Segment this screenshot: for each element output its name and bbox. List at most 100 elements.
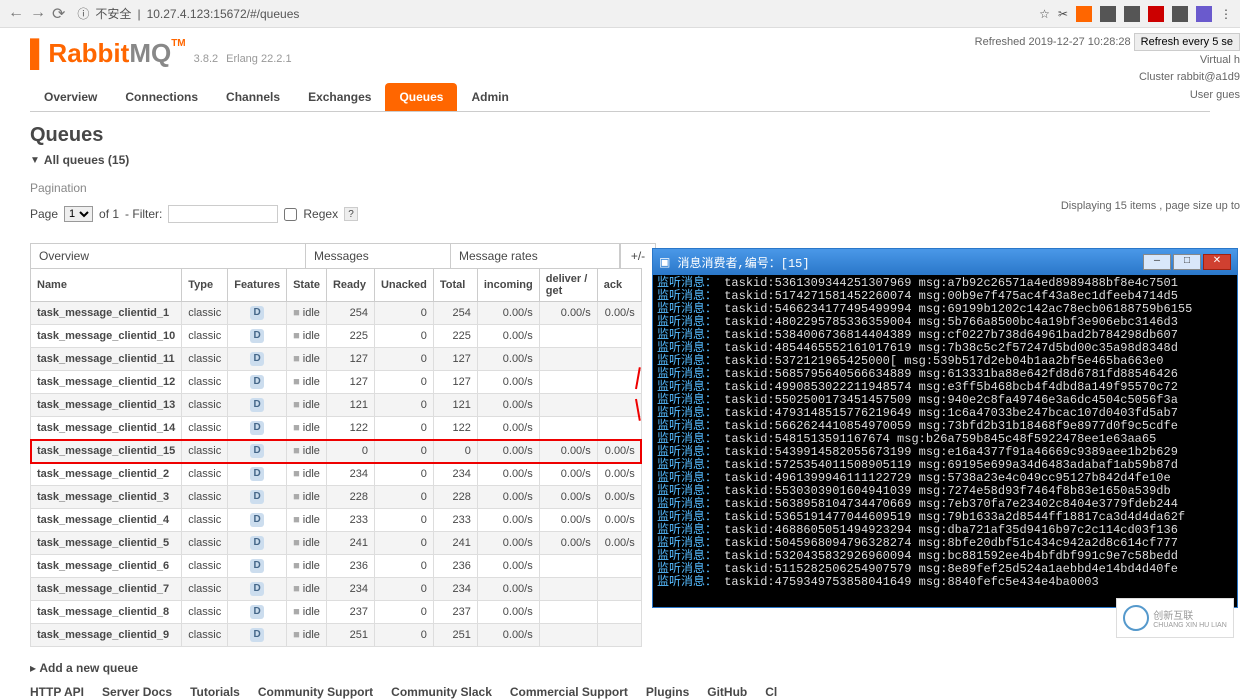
queue-incoming: 0.00/s <box>477 624 539 647</box>
table-row[interactable]: task_message_clientid_6classicD■ idle236… <box>31 555 642 578</box>
queue-name[interactable]: task_message_clientid_2 <box>31 463 182 486</box>
table-row[interactable]: task_message_clientid_5classicD■ idle241… <box>31 532 642 555</box>
queue-name[interactable]: task_message_clientid_11 <box>31 348 182 371</box>
url-bar[interactable]: ⓘ 不安全 | 10.27.4.123:15672/#/queues <box>77 5 299 22</box>
queue-name[interactable]: task_message_clientid_9 <box>31 624 182 647</box>
footer-link[interactable]: Community Slack <box>391 685 492 699</box>
footer-link[interactable]: HTTP API <box>30 685 84 699</box>
forward-icon[interactable]: → <box>30 4 46 24</box>
table-row[interactable]: task_message_clientid_8classicD■ idle237… <box>31 601 642 624</box>
col-ack[interactable]: ack <box>597 269 641 302</box>
regex-help-icon[interactable]: ? <box>344 207 358 221</box>
queue-ready: 251 <box>326 624 374 647</box>
reload-icon[interactable]: ⟳ <box>52 4 65 24</box>
table-row[interactable]: task_message_clientid_10classicD■ idle22… <box>31 325 642 348</box>
queue-type: classic <box>182 532 228 555</box>
table-row[interactable]: task_message_clientid_14classicD■ idle12… <box>31 417 642 440</box>
queue-name[interactable]: task_message_clientid_10 <box>31 325 182 348</box>
queue-state: ■ idle <box>287 325 327 348</box>
table-row[interactable]: task_message_clientid_9classicD■ idle251… <box>31 624 642 647</box>
col-total[interactable]: Total <box>433 269 477 302</box>
chevron-down-icon[interactable]: ▼ <box>30 155 40 166</box>
add-queue[interactable]: ▸ Add a new queue <box>30 661 1210 675</box>
queue-ready: 234 <box>326 463 374 486</box>
minimize-button[interactable]: — <box>1143 254 1171 270</box>
queue-name[interactable]: task_message_clientid_6 <box>31 555 182 578</box>
footer-link[interactable]: Commercial Support <box>510 685 628 699</box>
table-row[interactable]: task_message_clientid_1classicD■ idle254… <box>31 302 642 325</box>
tab-queues[interactable]: Queues <box>385 83 457 111</box>
menu-icon[interactable]: ⋮ <box>1220 7 1232 21</box>
filter-input[interactable] <box>168 205 278 223</box>
ext-icon[interactable] <box>1124 6 1140 22</box>
queue-name[interactable]: task_message_clientid_12 <box>31 371 182 394</box>
table-row[interactable]: task_message_clientid_13classicD■ idle12… <box>31 394 642 417</box>
table-row[interactable]: task_message_clientid_12classicD■ idle12… <box>31 371 642 394</box>
tab-exchanges[interactable]: Exchanges <box>294 83 385 111</box>
regex-checkbox[interactable] <box>284 208 297 221</box>
footer-link[interactable]: Plugins <box>646 685 689 699</box>
queue-name[interactable]: task_message_clientid_3 <box>31 486 182 509</box>
tab-overview[interactable]: Overview <box>30 83 111 111</box>
queue-ack: 0.00/s <box>597 509 641 532</box>
col-incoming[interactable]: incoming <box>477 269 539 302</box>
queue-name[interactable]: task_message_clientid_7 <box>31 578 182 601</box>
queue-name[interactable]: task_message_clientid_5 <box>31 532 182 555</box>
col-ready[interactable]: Ready <box>326 269 374 302</box>
console-titlebar[interactable]: ▣ 消息消费者,编号：[15] — □ ✕ <box>653 249 1237 275</box>
close-button[interactable]: ✕ <box>1203 254 1231 270</box>
queue-unacked: 0 <box>374 509 433 532</box>
footer-link[interactable]: Community Support <box>258 685 373 699</box>
queue-name[interactable]: task_message_clientid_4 <box>31 509 182 532</box>
filter-row: ▼ All queues (15) <box>30 153 1210 167</box>
page-select[interactable]: 1 <box>64 206 93 222</box>
footer-link[interactable]: Cl <box>765 685 777 699</box>
console-body[interactable]: 监听消息： taskid:5361309344251307969 msg:a7b… <box>653 275 1237 607</box>
table-row[interactable]: task_message_clientid_11classicD■ idle12… <box>31 348 642 371</box>
tab-channels[interactable]: Channels <box>212 83 294 111</box>
columns-toggle[interactable]: +/- <box>620 243 656 268</box>
footer-link[interactable]: Tutorials <box>190 685 240 699</box>
back-icon[interactable]: ← <box>8 4 24 24</box>
queue-incoming: 0.00/s <box>477 302 539 325</box>
col-type[interactable]: Type <box>182 269 228 302</box>
ext-icon[interactable] <box>1076 6 1092 22</box>
ext-icon[interactable] <box>1148 6 1164 22</box>
maximize-button[interactable]: □ <box>1173 254 1201 270</box>
queue-name[interactable]: task_message_clientid_13 <box>31 394 182 417</box>
queue-name[interactable]: task_message_clientid_1 <box>31 302 182 325</box>
queue-type: classic <box>182 578 228 601</box>
browser-chrome: ← → ⟳ ⓘ 不安全 | 10.27.4.123:15672/#/queues… <box>0 0 1240 28</box>
ext-icon[interactable] <box>1172 6 1188 22</box>
tab-connections[interactable]: Connections <box>111 83 212 111</box>
col-name[interactable]: Name <box>31 269 182 302</box>
console-icon: ▣ <box>659 255 670 270</box>
queue-name[interactable]: task_message_clientid_8 <box>31 601 182 624</box>
table-row[interactable]: task_message_clientid_2classicD■ idle234… <box>31 463 642 486</box>
screenshot-icon[interactable]: ✂ <box>1058 7 1068 21</box>
footer-link[interactable]: Server Docs <box>102 685 172 699</box>
ext-icon[interactable] <box>1100 6 1116 22</box>
table-row[interactable]: task_message_clientid_15classicD■ idle00… <box>31 440 642 463</box>
col-unacked[interactable]: Unacked <box>374 269 433 302</box>
footer-link[interactable]: GitHub <box>707 685 747 699</box>
group-overview: Overview <box>30 243 305 268</box>
queue-deliver-get <box>539 325 597 348</box>
queue-total: 234 <box>433 463 477 486</box>
star-icon[interactable]: ☆ <box>1039 7 1050 21</box>
col-features[interactable]: Features <box>228 269 287 302</box>
col-deliver-get[interactable]: deliver / get <box>539 269 597 302</box>
table-row[interactable]: task_message_clientid_4classicD■ idle233… <box>31 509 642 532</box>
tab-admin[interactable]: Admin <box>457 83 522 111</box>
queue-deliver-get <box>539 417 597 440</box>
all-queues-label[interactable]: All queues (15) <box>44 153 129 167</box>
queue-features: D <box>228 463 287 486</box>
queue-name[interactable]: task_message_clientid_14 <box>31 417 182 440</box>
table-row[interactable]: task_message_clientid_7classicD■ idle234… <box>31 578 642 601</box>
queue-name[interactable]: task_message_clientid_15 <box>31 440 182 463</box>
col-state[interactable]: State <box>287 269 327 302</box>
queue-unacked: 0 <box>374 486 433 509</box>
ext-icon[interactable] <box>1196 6 1212 22</box>
table-row[interactable]: task_message_clientid_3classicD■ idle228… <box>31 486 642 509</box>
refresh-interval-button[interactable]: Refresh every 5 se <box>1134 33 1240 51</box>
